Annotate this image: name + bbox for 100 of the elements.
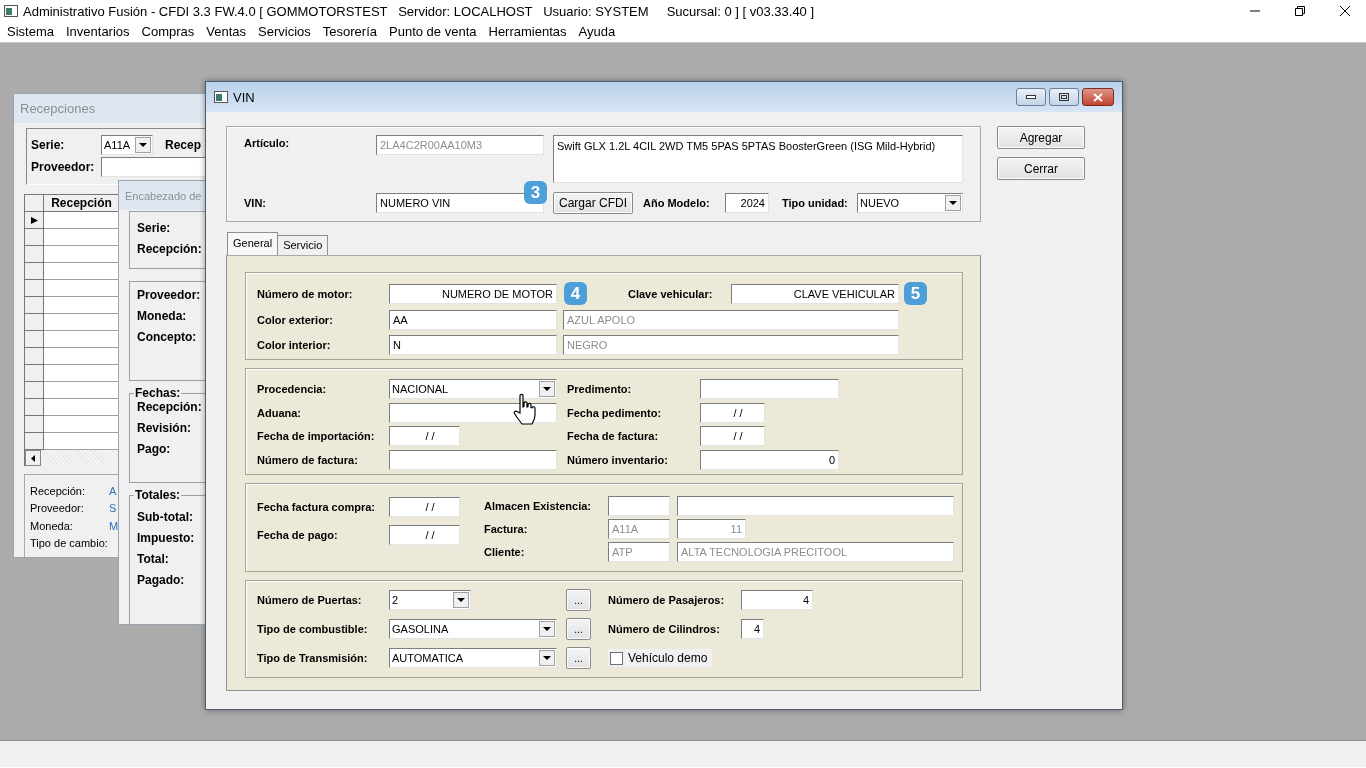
dropdown[interactable]: 2 (389, 590, 471, 610)
date-field[interactable]: / / (700, 402, 765, 423)
field-label: Impuesto: (137, 530, 196, 547)
field-label: Recepción: (137, 399, 203, 416)
number-field[interactable]: 0 (700, 449, 839, 470)
caret-icon (457, 598, 465, 602)
text-field[interactable] (700, 379, 839, 399)
date-field[interactable]: / / (389, 525, 460, 545)
field-label: Fecha de factura: (567, 429, 660, 444)
field-label: Fecha pedimento: (567, 405, 663, 421)
menu-item[interactable]: Ventas (200, 23, 253, 41)
supplier-field[interactable] (101, 157, 205, 177)
field-label: Concepto: (137, 329, 198, 346)
caret-icon (543, 656, 551, 660)
summary-label: Tipo de cambio: (30, 537, 109, 550)
field-label: Fecha de pago: (257, 528, 339, 543)
field-label: Recepción: (137, 241, 203, 258)
menu-item[interactable]: Punto de venta (383, 23, 483, 41)
text-field[interactable] (389, 449, 557, 470)
menu-item[interactable]: Herramientas (482, 23, 573, 41)
field-label: Predimento: (567, 382, 633, 397)
engine-number-field[interactable]: NUMERO DE MOTOR (389, 283, 557, 304)
close-icon[interactable] (1339, 5, 1351, 17)
vehicle-key-field[interactable]: CLAVE VEHICULAR (731, 283, 899, 304)
field-label: Total: (137, 551, 170, 568)
field-label: Proveedor: (31, 160, 96, 174)
field-label: Tipo de combustible: (257, 622, 369, 637)
restore-icon[interactable] (1294, 5, 1306, 17)
date-field[interactable]: / / (389, 497, 460, 517)
tab[interactable]: Servicio (277, 235, 329, 255)
field-label: Pago: (137, 441, 172, 458)
code-field[interactable] (608, 496, 670, 516)
field-label: Color interior: (257, 338, 332, 353)
model-year-field[interactable]: 2024 (725, 193, 769, 213)
description-field[interactable]: Swift GLX 1.2L 4CIL 2WD TM5 5PAS 5PTAS BoosterGreen (ISG Mild-Hybrid) (553, 135, 963, 183)
caret-icon (543, 627, 551, 631)
menu-item[interactable]: Compras (135, 23, 201, 41)
summary-label: Recepción: (30, 484, 87, 497)
scrollbar[interactable] (25, 450, 120, 466)
step-badge: 5 (904, 282, 927, 305)
summary-value: A (109, 484, 117, 497)
close-button[interactable] (1082, 88, 1114, 106)
field-label: Tipo de Transmisión: (257, 651, 369, 666)
field-label: Fecha factura compra: (257, 500, 376, 515)
field-label: Número de Pasajeros: (608, 593, 726, 608)
dialog-button[interactable]: Cerrar (997, 157, 1085, 180)
field-label: Fecha de importación: (257, 429, 376, 444)
dropdown[interactable]: AUTOMATICA (389, 648, 557, 668)
field-label: Serie: (137, 220, 172, 237)
group-legend: Fechas: (134, 386, 182, 400)
field-label: Factura: (484, 522, 529, 537)
color-code-field[interactable]: N (389, 335, 557, 355)
series-dropdown[interactable]: A11A (101, 135, 153, 155)
current-row-icon (30, 216, 38, 224)
app-icon (4, 5, 18, 17)
load-cfdi-button[interactable]: Cargar CFDI (553, 192, 633, 214)
color-code-field[interactable]: AA (389, 310, 557, 330)
close-icon (1093, 92, 1103, 102)
unit-type-dropdown[interactable]: NUEVO (857, 193, 963, 213)
dialog-button[interactable]: Agregar (997, 126, 1085, 149)
summary-value: M (109, 519, 119, 532)
row-header[interactable] (25, 212, 44, 229)
field-label: VIN: (244, 196, 267, 211)
field-label: Procedencia: (257, 382, 328, 397)
field-label: Revisión: (137, 420, 192, 437)
menu-item[interactable]: Ayuda (572, 23, 622, 41)
menu-item[interactable]: Inventarios (59, 23, 136, 41)
field-label: Año Modelo: (643, 196, 711, 211)
maximize-button[interactable] (1049, 88, 1079, 106)
field-label: Número de Cilindros: (608, 622, 721, 637)
demo-checkbox[interactable]: Vehículo demo (608, 649, 713, 667)
field-label: Almacen Existencia: (484, 499, 592, 514)
dropdown[interactable]: GASOLINA (389, 619, 557, 639)
number-field[interactable]: 4 (741, 619, 764, 639)
tab[interactable]: General (227, 232, 279, 255)
minimize-icon (1026, 95, 1036, 99)
window-title: VIN (232, 89, 255, 105)
caret-icon (543, 387, 551, 391)
browse-button[interactable]: ... (566, 589, 591, 611)
summary-label: Moneda: (30, 519, 74, 532)
field-label: Color exterior: (257, 313, 334, 328)
group-legend: Totales: (134, 488, 182, 502)
menu-item[interactable]: Sistema (1, 23, 60, 41)
window-title: Administrativo Fusión - CFDI 3.3 FW.4.0 [ GOMMOTORSTEST Servidor: LOCALHOST Usuario: SYSTEM Sucursal: 0 ] [ v03.33.40 ] (23, 3, 815, 19)
menu-item[interactable]: Servicios (252, 23, 317, 41)
text-field[interactable] (389, 402, 557, 423)
minimize-button[interactable] (1016, 88, 1046, 106)
date-field[interactable]: / / (389, 426, 460, 446)
caret-icon (139, 143, 147, 147)
field-label: Serie: (31, 138, 66, 152)
date-field[interactable]: / / (700, 426, 765, 446)
origin-dropdown[interactable]: NACIONAL (389, 379, 557, 399)
field-label: Recep (165, 138, 202, 152)
column-header[interactable]: Recepción (44, 195, 119, 212)
browse-button[interactable]: ... (566, 618, 591, 640)
menu-item[interactable]: Tesorería (316, 23, 384, 41)
window-title: Recepciones (19, 101, 96, 116)
browse-button[interactable]: ... (566, 647, 591, 669)
name-field[interactable] (677, 496, 954, 516)
number-field[interactable]: 4 (741, 590, 813, 610)
